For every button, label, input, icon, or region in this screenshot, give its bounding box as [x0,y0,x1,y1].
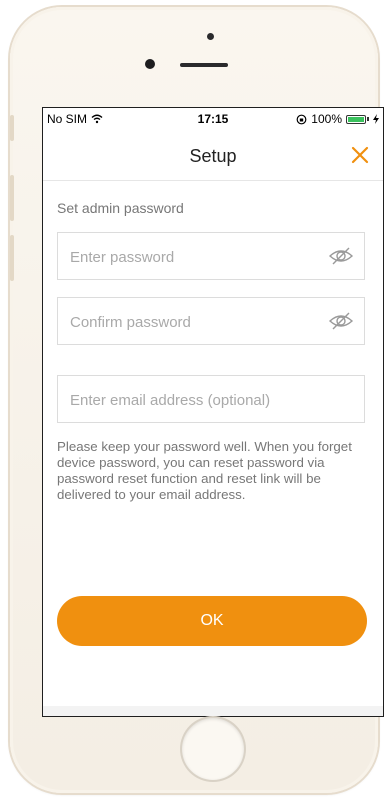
password-input[interactable] [68,233,332,281]
password-info-text: Please keep your password well. When you… [57,439,352,502]
earpiece-speaker [180,63,228,67]
eye-off-icon [328,312,354,330]
bottom-strip [43,706,383,716]
orientation-lock-icon [296,114,307,124]
toggle-confirm-visibility-button[interactable] [328,310,354,332]
email-field [57,375,365,424]
front-camera [145,59,155,69]
eye-off-icon [328,247,354,265]
section-label: Set admin password [57,200,184,216]
battery-icon [346,114,366,124]
home-button[interactable] [182,718,244,780]
phone-frame: No SIM 17:15 100% Setup Set admin passwo… [10,7,384,793]
password-field [57,232,365,281]
volume-down-button [10,235,14,281]
confirm-password-field [57,297,365,346]
toggle-password-visibility-button[interactable] [328,245,354,267]
volume-up-button [10,175,14,221]
mute-switch [10,115,14,141]
close-icon [351,146,369,164]
charging-icon [373,114,379,124]
ok-button[interactable]: OK [57,596,367,646]
battery-level [348,116,364,122]
battery-percentage: 100% [311,112,342,126]
proximity-sensor [207,33,214,40]
navigation-bar: Setup [43,130,383,181]
status-bar: No SIM 17:15 100% [43,108,383,130]
email-input[interactable] [68,376,362,424]
page-title: Setup [189,146,237,166]
close-button[interactable] [349,144,371,166]
phone-screen: No SIM 17:15 100% Setup Set admin passwo… [42,107,384,717]
confirm-password-input[interactable] [68,298,332,346]
